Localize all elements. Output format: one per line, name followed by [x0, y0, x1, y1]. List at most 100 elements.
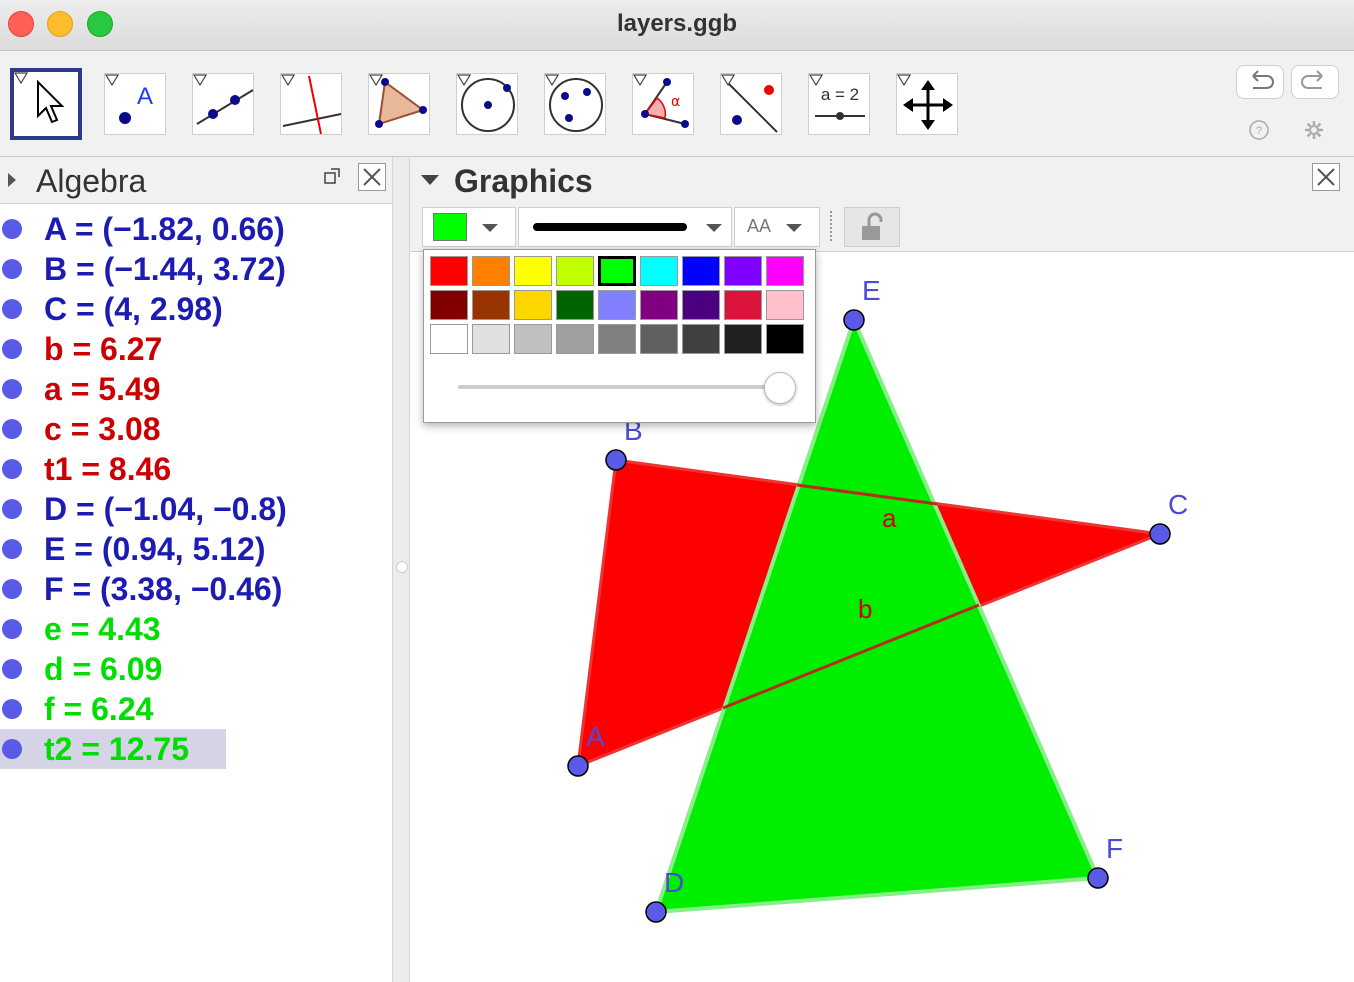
algebra-item[interactable]: f = 6.24	[0, 689, 392, 729]
text-style-button[interactable]: AA	[734, 207, 820, 247]
perpendicular-line-tool-button[interactable]	[280, 73, 342, 135]
settings-gear-icon[interactable]	[1303, 119, 1325, 141]
visibility-toggle-icon[interactable]	[2, 379, 22, 399]
color-swatch[interactable]	[724, 324, 762, 354]
chevron-down-icon	[369, 74, 383, 86]
color-swatch[interactable]	[640, 256, 678, 286]
collapse-triangle-icon[interactable]	[6, 171, 18, 189]
algebra-item[interactable]: b = 6.27	[0, 329, 392, 369]
algebra-item[interactable]: t1 = 8.46	[0, 449, 392, 489]
color-swatch[interactable]	[430, 290, 468, 320]
undo-button[interactable]	[1236, 65, 1284, 99]
color-swatch[interactable]	[640, 290, 678, 320]
divider-handle[interactable]	[396, 561, 408, 573]
algebra-item[interactable]: c = 3.08	[0, 409, 392, 449]
algebra-item[interactable]: d = 6.09	[0, 649, 392, 689]
lock-button[interactable]	[844, 207, 900, 247]
visibility-toggle-icon[interactable]	[2, 459, 22, 479]
algebra-item-text: e = 4.43	[44, 611, 161, 647]
algebra-item[interactable]: E = (0.94, 5.12)	[0, 529, 392, 569]
expand-triangle-icon[interactable]	[420, 173, 440, 187]
chevron-down-icon	[457, 74, 471, 86]
help-icon[interactable]: ?	[1248, 119, 1270, 141]
color-swatch[interactable]	[514, 290, 552, 320]
algebra-item[interactable]: a = 5.49	[0, 369, 392, 409]
algebra-item-text: A = (−1.82, 0.66)	[44, 211, 285, 247]
visibility-toggle-icon[interactable]	[2, 579, 22, 599]
color-swatch[interactable]	[682, 290, 720, 320]
color-popup	[423, 249, 816, 423]
color-swatch[interactable]	[598, 256, 636, 286]
angle-tool-button[interactable]: α	[632, 73, 694, 135]
visibility-toggle-icon[interactable]	[2, 299, 22, 319]
close-graphics-button[interactable]	[1312, 163, 1340, 191]
color-swatch[interactable]	[472, 256, 510, 286]
color-swatch[interactable]	[724, 290, 762, 320]
visibility-toggle-icon[interactable]	[2, 659, 22, 679]
move-tool-button[interactable]	[10, 68, 82, 140]
point-A[interactable]	[567, 755, 589, 777]
algebra-item[interactable]: A = (−1.82, 0.66)	[0, 209, 392, 249]
angle-symbol-glyph: α	[671, 94, 680, 110]
color-swatch[interactable]	[598, 290, 636, 320]
visibility-toggle-icon[interactable]	[2, 219, 22, 239]
visibility-toggle-icon[interactable]	[2, 499, 22, 519]
visibility-toggle-icon[interactable]	[2, 619, 22, 639]
algebra-item-text: B = (−1.44, 3.72)	[44, 251, 286, 287]
algebra-item[interactable]: e = 4.43	[0, 609, 392, 649]
color-swatch[interactable]	[682, 256, 720, 286]
algebra-item[interactable]: B = (−1.44, 3.72)	[0, 249, 392, 289]
polygon-tool-button[interactable]	[368, 73, 430, 135]
redo-button[interactable]	[1291, 65, 1339, 99]
algebra-item[interactable]: F = (3.38, −0.46)	[0, 569, 392, 609]
restore-window-icon[interactable]	[323, 167, 343, 185]
circle-three-points-tool-button[interactable]	[544, 73, 606, 135]
algebra-item[interactable]: t2 = 12.75	[0, 729, 392, 769]
color-swatch[interactable]	[430, 324, 468, 354]
color-swatch[interactable]	[766, 290, 804, 320]
color-swatch[interactable]	[598, 324, 636, 354]
panel-divider[interactable]	[392, 157, 410, 982]
algebra-item[interactable]: C = (4, 2.98)	[0, 289, 392, 329]
color-swatch[interactable]	[724, 256, 762, 286]
visibility-toggle-icon[interactable]	[2, 699, 22, 719]
color-swatch[interactable]	[766, 256, 804, 286]
point-tool-button[interactable]: A	[104, 73, 166, 135]
opacity-slider-thumb[interactable]	[764, 372, 796, 404]
color-swatch[interactable]	[682, 324, 720, 354]
label-a: a	[882, 503, 897, 533]
opacity-slider-track[interactable]	[458, 385, 788, 389]
visibility-toggle-icon[interactable]	[2, 739, 22, 759]
color-swatch[interactable]	[514, 324, 552, 354]
color-swatch[interactable]	[472, 324, 510, 354]
color-swatch[interactable]	[514, 256, 552, 286]
point-D[interactable]	[645, 901, 667, 923]
line-style-button[interactable]	[518, 207, 732, 247]
algebra-item[interactable]: D = (−1.04, −0.8)	[0, 489, 392, 529]
reflect-tool-button[interactable]	[720, 73, 782, 135]
color-swatch[interactable]	[640, 324, 678, 354]
label-D: D	[664, 867, 684, 898]
close-algebra-button[interactable]	[358, 163, 386, 191]
color-swatch[interactable]	[556, 290, 594, 320]
visibility-toggle-icon[interactable]	[2, 419, 22, 439]
point-C[interactable]	[1149, 523, 1171, 545]
circle-tool-button[interactable]	[456, 73, 518, 135]
color-swatch[interactable]	[766, 324, 804, 354]
chevron-down-icon	[281, 74, 295, 86]
visibility-toggle-icon[interactable]	[2, 339, 22, 359]
point-F[interactable]	[1087, 867, 1109, 889]
color-swatch[interactable]	[472, 290, 510, 320]
slider-tool-button[interactable]: a = 2	[808, 73, 870, 135]
visibility-toggle-icon[interactable]	[2, 259, 22, 279]
move-graphics-tool-button[interactable]	[896, 73, 958, 135]
color-swatch[interactable]	[430, 256, 468, 286]
visibility-toggle-icon[interactable]	[2, 539, 22, 559]
color-swatch[interactable]	[556, 256, 594, 286]
line-tool-button[interactable]	[192, 73, 254, 135]
point-B[interactable]	[605, 449, 627, 471]
color-button[interactable]	[422, 207, 516, 247]
color-swatch[interactable]	[556, 324, 594, 354]
point-E[interactable]	[843, 309, 865, 331]
chevron-down-icon	[193, 74, 207, 86]
